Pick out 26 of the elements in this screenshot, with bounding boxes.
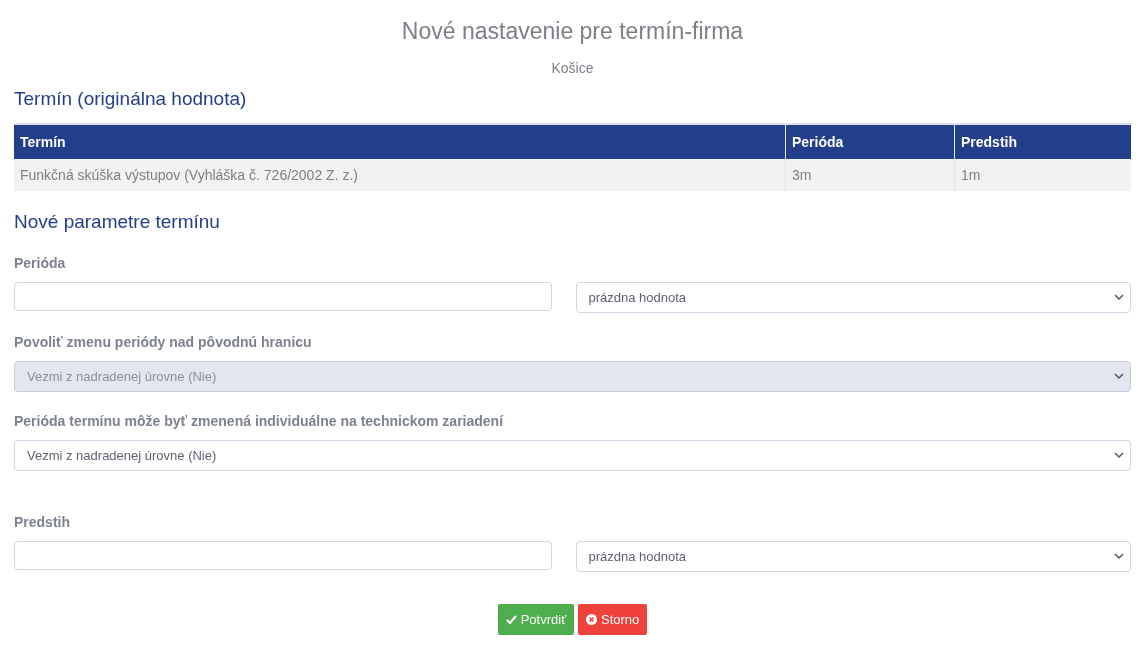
page-title: Nové nastavenie pre termín-firma xyxy=(400,17,745,45)
input-field[interactable] xyxy=(14,282,552,311)
dropdown[interactable]: Vezmi z nadradenej úrovne (Nie) xyxy=(14,440,1131,471)
chevron-down-icon xyxy=(1114,553,1124,560)
close-circle-icon xyxy=(586,614,597,625)
field-label: Povoliť zmenu periódy nad pôvodnú hranicu xyxy=(14,333,313,351)
table-cell: 1m xyxy=(954,159,1131,191)
section-heading: Termín (originálna hodnota) xyxy=(14,87,248,111)
table-cell: Funkčná skúška výstupov (Vyhláška č. 726/2002 Z. z.) xyxy=(14,159,786,191)
field-label: Predstih xyxy=(14,513,71,531)
dropdown[interactable]: prázdna hodnota xyxy=(575,541,1131,572)
column-header: Predstih xyxy=(954,124,1131,159)
table-cell: 3m xyxy=(785,159,955,191)
column-header: Termín xyxy=(14,124,786,159)
section-heading: Nové parametre termínu xyxy=(14,210,221,234)
column-header: Perióda xyxy=(785,124,955,159)
field-label: Perióda xyxy=(14,254,67,272)
page-subtitle: Košice xyxy=(550,59,595,77)
chevron-down-icon xyxy=(1114,373,1124,380)
input-field[interactable] xyxy=(14,541,552,570)
chevron-down-icon xyxy=(1114,294,1124,301)
cancel-button[interactable]: Storno xyxy=(578,604,648,635)
checkmark-icon xyxy=(505,614,517,625)
field-label: Perióda termínu môže byť zmenená individuálne na technickom zariadení xyxy=(14,412,505,430)
chevron-down-icon xyxy=(1114,452,1124,459)
dropdown[interactable]: prázdna hodnota xyxy=(575,282,1131,313)
